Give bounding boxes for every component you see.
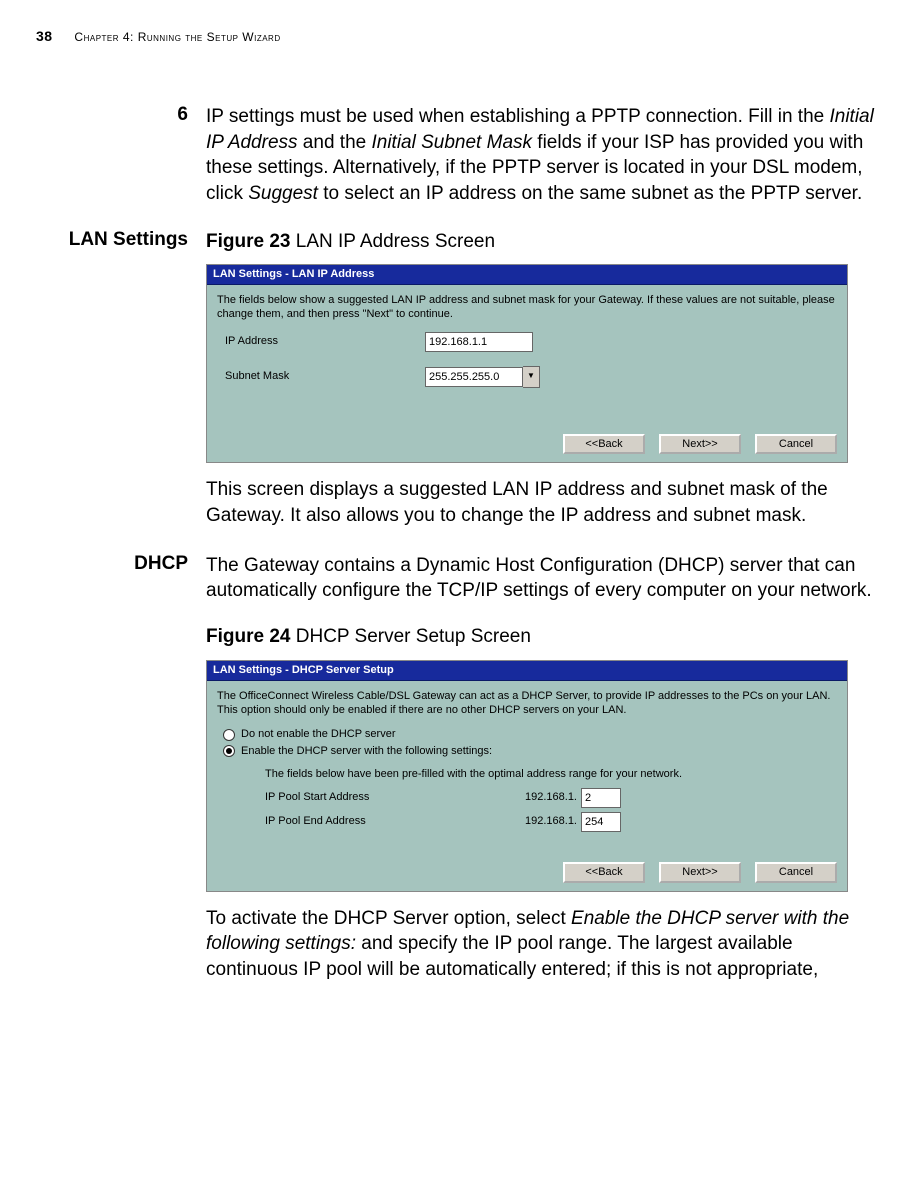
radio-enable-dhcp-label: Enable the DHCP server with the followin… xyxy=(241,744,492,759)
subnet-mask-input[interactable] xyxy=(425,367,523,387)
radio-disable-dhcp-label: Do not enable the DHCP server xyxy=(241,727,396,742)
pool-start-prefix: 192.168.1. xyxy=(525,790,577,805)
chapter-title: Chapter 4: Running the Setup Wizard xyxy=(74,30,280,44)
pool-end-input[interactable] xyxy=(581,812,621,832)
subnet-mask-label: Subnet Mask xyxy=(225,369,425,384)
window-intro-text: The fields below show a suggested LAN IP… xyxy=(217,293,837,322)
next-button[interactable]: Next>> xyxy=(659,434,741,455)
lan-description: This screen displays a suggested LAN IP … xyxy=(206,477,877,528)
figure-24-caption: Figure 24 DHCP Server Setup Screen xyxy=(206,624,877,650)
subnet-mask-dropdown-button[interactable]: ▼ xyxy=(523,366,540,388)
pool-end-label: IP Pool End Address xyxy=(265,814,525,829)
screenshot-lan-ip: LAN Settings - LAN IP Address The fields… xyxy=(206,264,848,463)
ip-address-label: IP Address xyxy=(225,334,425,349)
section-heading-lan: LAN Settings xyxy=(69,229,188,250)
section-heading-dhcp: DHCP xyxy=(134,553,188,574)
step-6-text: IP settings must be used when establishi… xyxy=(206,104,877,207)
pool-start-label: IP Pool Start Address xyxy=(265,790,525,805)
back-button[interactable]: <<Back xyxy=(563,434,645,455)
back-button[interactable]: <<Back xyxy=(563,862,645,883)
pool-note: The fields below have been pre-filled wi… xyxy=(265,767,837,782)
pool-end-prefix: 192.168.1. xyxy=(525,814,577,829)
cancel-button[interactable]: Cancel xyxy=(755,862,837,883)
ip-address-input[interactable] xyxy=(425,332,533,352)
window-title: LAN Settings - LAN IP Address xyxy=(207,265,847,285)
pool-start-input[interactable] xyxy=(581,788,621,808)
screenshot-dhcp-setup: LAN Settings - DHCP Server Setup The Off… xyxy=(206,660,848,892)
cancel-button[interactable]: Cancel xyxy=(755,434,837,455)
window-intro-text: The OfficeConnect Wireless Cable/DSL Gat… xyxy=(217,689,837,718)
radio-disable-dhcp[interactable] xyxy=(223,729,235,741)
step-number-6: 6 xyxy=(177,104,188,125)
page-number: 38 xyxy=(36,28,53,44)
next-button[interactable]: Next>> xyxy=(659,862,741,883)
radio-enable-dhcp[interactable] xyxy=(223,745,235,757)
dhcp-intro: The Gateway contains a Dynamic Host Conf… xyxy=(206,553,877,604)
dhcp-after-text: To activate the DHCP Server option, sele… xyxy=(206,906,877,983)
window-title: LAN Settings - DHCP Server Setup xyxy=(207,661,847,681)
page-header: 38 Chapter 4: Running the Setup Wizard xyxy=(36,28,877,44)
figure-23-caption: Figure 23 LAN IP Address Screen xyxy=(206,229,877,255)
